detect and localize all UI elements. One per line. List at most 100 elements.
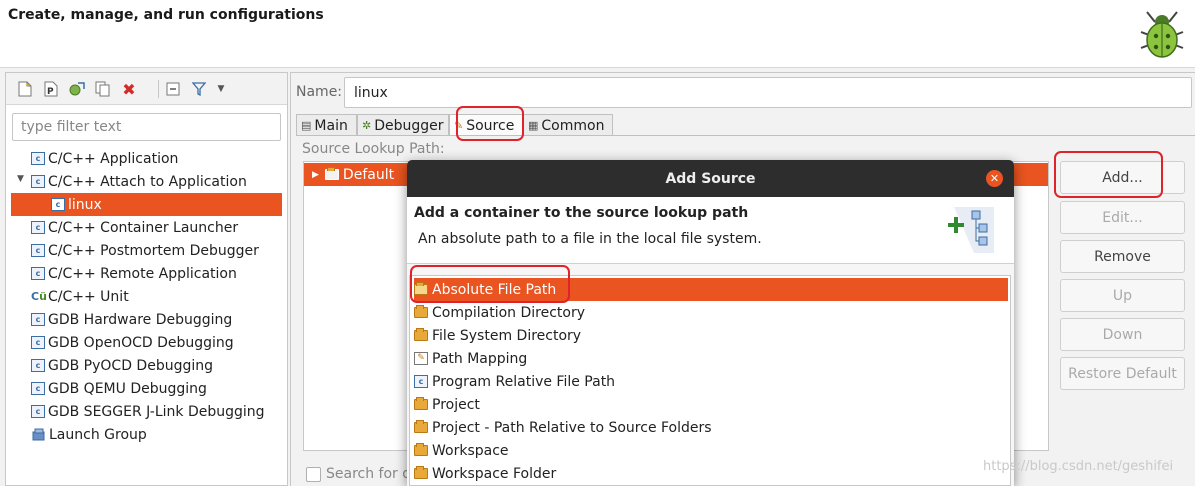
dialog-banner-title: Add a container to the source lookup pat… bbox=[414, 205, 749, 221]
launch-group-icon bbox=[32, 428, 45, 440]
svg-text:✦: ✦ bbox=[25, 82, 30, 89]
tree-item-label: GDB QEMU Debugging bbox=[48, 380, 207, 397]
expand-triangle-icon[interactable]: ▶ bbox=[312, 170, 319, 180]
tree-item-label: C/C++ Attach to Application bbox=[48, 173, 247, 190]
c-launch-icon: c bbox=[31, 313, 45, 326]
c-launch-icon: c bbox=[31, 152, 45, 165]
filter-icon[interactable] bbox=[190, 80, 208, 98]
tab-main[interactable]: ▤ Main bbox=[296, 114, 357, 136]
folder-icon bbox=[414, 328, 428, 341]
list-item-label: Project - Path Relative to Source Folder… bbox=[432, 419, 712, 436]
c-launch-icon: c bbox=[31, 382, 45, 395]
project-folder-icon bbox=[414, 420, 428, 433]
source-pencil-icon: ✎ bbox=[454, 119, 464, 132]
tree-item-gdb-qemu[interactable]: c GDB QEMU Debugging bbox=[31, 377, 207, 400]
list-item-file-system-directory[interactable]: File System Directory bbox=[414, 324, 1008, 347]
folder-icon bbox=[414, 443, 428, 456]
close-icon[interactable]: ✕ bbox=[986, 170, 1003, 187]
project-folder-icon bbox=[414, 397, 428, 410]
list-item-workspace[interactable]: Workspace bbox=[414, 439, 1008, 462]
up-button[interactable]: Up bbox=[1060, 279, 1185, 312]
list-item-label: Workspace Folder bbox=[432, 465, 557, 482]
tab-label: Common bbox=[541, 117, 605, 134]
search-duplicates-row[interactable]: Search for d bbox=[306, 466, 411, 482]
name-field[interactable] bbox=[344, 77, 1192, 108]
c-launch-icon: c bbox=[31, 359, 45, 372]
folder-icon bbox=[324, 167, 339, 180]
tree-item-label: GDB PyOCD Debugging bbox=[48, 357, 214, 374]
main-page-icon: ▤ bbox=[301, 119, 312, 132]
name-label: Name: bbox=[296, 84, 343, 100]
container-type-list[interactable]: Absolute File Path Compilation Directory… bbox=[409, 275, 1011, 486]
add-button[interactable]: Add... bbox=[1060, 161, 1185, 194]
program-icon: c bbox=[414, 375, 428, 388]
search-duplicates-label: Search for d bbox=[326, 466, 412, 482]
edit-button[interactable]: Edit... bbox=[1060, 201, 1185, 234]
list-item-path-mapping[interactable]: ✎ Path Mapping bbox=[414, 347, 1008, 370]
dialog-title: Add Source bbox=[665, 170, 756, 187]
tree-item-container-launcher[interactable]: c C/C++ Container Launcher bbox=[31, 216, 238, 239]
list-item-project[interactable]: Project bbox=[414, 393, 1008, 416]
tab-label: Debugger bbox=[374, 117, 444, 134]
delete-configuration-icon[interactable]: ✖ bbox=[120, 80, 138, 99]
tree-item-gdb-segger[interactable]: c GDB SEGGER J-Link Debugging bbox=[31, 400, 265, 423]
tree-item-cpp-unit[interactable]: Cü C/C++ Unit bbox=[31, 285, 129, 308]
tree-item-label: C/C++ Remote Application bbox=[48, 265, 237, 282]
header-title: Create, manage, and run configurations bbox=[8, 7, 324, 23]
duplicate-configuration-icon[interactable] bbox=[94, 80, 112, 98]
tree-item-cpp-application[interactable]: c C/C++ Application bbox=[31, 147, 178, 170]
filter-input[interactable] bbox=[12, 113, 281, 141]
tree-item-postmortem[interactable]: c C/C++ Postmortem Debugger bbox=[31, 239, 259, 262]
file-icon bbox=[414, 282, 428, 295]
tree-item-cpp-attach[interactable]: c C/C++ Attach to Application bbox=[31, 170, 247, 193]
folder-icon bbox=[414, 305, 428, 318]
tree-item-launch-group[interactable]: Launch Group bbox=[31, 423, 147, 446]
add-container-icon bbox=[948, 207, 994, 253]
configuration-toolbar: ✦ P ✖ ▼ bbox=[6, 73, 287, 105]
tree-item-label: C/C++ Container Launcher bbox=[48, 219, 239, 236]
tab-label: Main bbox=[314, 117, 348, 134]
source-lookup-label: Source Lookup Path: bbox=[302, 141, 445, 157]
new-prototype-icon[interactable]: P bbox=[42, 80, 60, 98]
list-item-absolute-file-path[interactable]: Absolute File Path bbox=[414, 278, 1008, 301]
add-source-dialog: Add Source ✕ Add a container to the sour… bbox=[407, 160, 1014, 486]
tree-item-label: C/C++ Application bbox=[48, 150, 179, 167]
export-configuration-icon[interactable] bbox=[68, 80, 86, 98]
list-item-label: File System Directory bbox=[432, 327, 582, 344]
down-button[interactable]: Down bbox=[1060, 318, 1185, 351]
toolbar-separator bbox=[158, 80, 159, 98]
list-item-compilation-directory[interactable]: Compilation Directory bbox=[414, 301, 1008, 324]
dialog-header: Create, manage, and run configurations bbox=[0, 0, 1195, 68]
tab-source[interactable]: ✎ Source bbox=[449, 114, 523, 136]
tree-item-label: GDB OpenOCD Debugging bbox=[48, 334, 234, 351]
tree-item-label: Launch Group bbox=[49, 426, 147, 443]
list-item-workspace-folder[interactable]: Workspace Folder bbox=[414, 462, 1008, 485]
common-grid-icon: ▦ bbox=[528, 119, 539, 132]
tab-label: Source bbox=[466, 117, 515, 134]
tree-item-label: linux bbox=[68, 196, 102, 213]
restore-default-button[interactable]: Restore Default bbox=[1060, 357, 1185, 390]
new-configuration-icon[interactable]: ✦ bbox=[16, 80, 34, 98]
tree-item-remote-application[interactable]: c C/C++ Remote Application bbox=[31, 262, 237, 285]
tab-common[interactable]: ▦ Common bbox=[523, 114, 613, 136]
c-launch-icon: c bbox=[31, 175, 45, 188]
tree-item-gdb-openocd[interactable]: c GDB OpenOCD Debugging bbox=[31, 331, 234, 354]
tab-debugger[interactable]: ✲ Debugger bbox=[357, 114, 449, 136]
list-item-label: Compilation Directory bbox=[432, 304, 586, 321]
tree-item-label: C/C++ Unit bbox=[48, 288, 129, 305]
collapse-all-icon[interactable] bbox=[164, 80, 182, 98]
expand-chevron-icon[interactable]: ▼ bbox=[17, 174, 24, 184]
tree-item-linux[interactable]: c linux bbox=[11, 193, 282, 216]
remove-button[interactable]: Remove bbox=[1060, 240, 1185, 273]
tab-underline bbox=[296, 135, 1195, 136]
c-launch-icon: c bbox=[31, 221, 45, 234]
tree-item-gdb-hardware[interactable]: c GDB Hardware Debugging bbox=[31, 308, 232, 331]
tree-item-label: GDB Hardware Debugging bbox=[48, 311, 233, 328]
list-item-project-relative[interactable]: Project - Path Relative to Source Folder… bbox=[414, 416, 1008, 439]
list-item-program-relative-file-path[interactable]: c Program Relative File Path bbox=[414, 370, 1008, 393]
search-duplicates-checkbox[interactable] bbox=[306, 466, 321, 482]
watermark-text: https://blog.csdn.net/geshifei bbox=[983, 459, 1174, 474]
dialog-banner: Add a container to the source lookup pat… bbox=[407, 197, 1014, 264]
view-menu-chevron-icon[interactable]: ▼ bbox=[212, 80, 230, 98]
tree-item-gdb-pyocd[interactable]: c GDB PyOCD Debugging bbox=[31, 354, 213, 377]
